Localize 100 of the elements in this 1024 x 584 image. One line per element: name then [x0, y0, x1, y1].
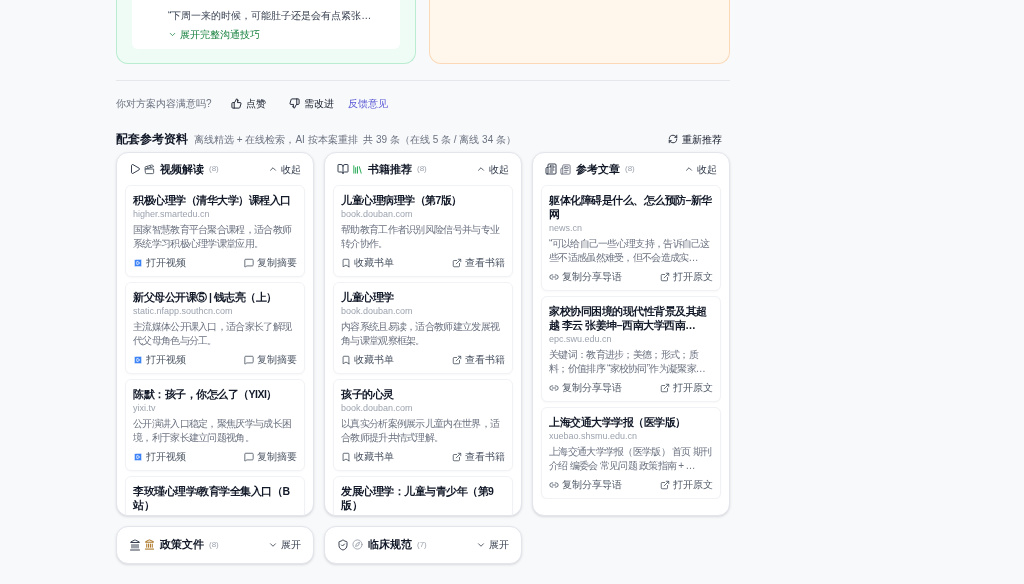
- action-link[interactable]: 收藏书单: [341, 352, 394, 367]
- resource-domain: xuebao.shsmu.edu.cn: [549, 431, 639, 442]
- external-link-icon: [660, 271, 670, 282]
- section-count: (8): [209, 163, 219, 175]
- play-icon: [129, 163, 141, 175]
- section-title: 视频解读: [160, 161, 204, 177]
- action-link[interactable]: 复制摘要: [244, 449, 297, 464]
- comment-icon: [244, 257, 254, 268]
- resource-title[interactable]: 积极心理学（清华大学）课程入口: [133, 193, 297, 207]
- resource-title[interactable]: 儿童心理学: [341, 290, 505, 304]
- toggle-button[interactable]: 收起: [268, 161, 301, 177]
- external-link-icon: [660, 382, 670, 393]
- resource-title[interactable]: 发展心理学：儿童与青少年（第9版）: [341, 484, 505, 512]
- resource-title[interactable]: 家校协同困境的现代性背景及其超越 李云 张姜坤–西南大学西南…: [549, 304, 713, 332]
- caret-icon: [268, 164, 278, 174]
- play-square-icon: [133, 354, 143, 365]
- newspaper-icon: [560, 163, 571, 175]
- comment-icon: [244, 354, 254, 365]
- thumbs-down-icon: [288, 97, 300, 109]
- clapperboard-icon: [144, 163, 155, 175]
- section-subtitle: 离线精选 + 在线检索，AI 按本案重排 共 39 条（在线 5 条 / 离线 34 条）: [194, 132, 516, 147]
- resource-description: 以真实分析案例展示儿童内在世界，适合教师提升共情式理解。: [341, 417, 501, 445]
- landmark-icon: [144, 539, 155, 550]
- section-title: 书籍推荐: [368, 161, 412, 177]
- dislike-button[interactable]: 需改进: [288, 95, 334, 111]
- action-link[interactable]: 查看书籍: [452, 352, 505, 367]
- resource-description: 公开演讲入口稳定，聚焦厌学与成长困境，利于家长建立问题视角。: [133, 417, 293, 445]
- section-count: (7): [417, 538, 427, 551]
- resource-description: 帮助教育工作者识别风险信号并与专业转介协作。: [341, 223, 501, 251]
- action-link[interactable]: 复制分享导语: [549, 269, 622, 284]
- action-link[interactable]: 收藏书单: [341, 255, 394, 270]
- resource-title[interactable]: 新父母公开课⑤ | 钱志亮（上）: [133, 290, 297, 304]
- caret-icon: [476, 164, 486, 174]
- newspaper-icon: [545, 163, 557, 175]
- action-link[interactable]: 打开视频: [133, 352, 186, 367]
- section-count: (8): [417, 163, 427, 175]
- resource-title[interactable]: 儿童心理病理学（第7版）: [341, 193, 505, 207]
- resource-domain: book.douban.com: [341, 306, 414, 317]
- resource-domain: news.cn: [549, 223, 584, 234]
- action-link[interactable]: 打开原文: [660, 269, 713, 284]
- landmark-icon: [129, 538, 141, 551]
- action-link[interactable]: 打开原文: [660, 477, 713, 492]
- resource-description: 关键词：教育进步；美德；形式；质料；价值排序 “家校协同”作为凝聚家…: [549, 348, 707, 376]
- action-link[interactable]: 收藏书单: [341, 449, 394, 464]
- action-link[interactable]: 打开视频: [133, 449, 186, 464]
- refresh-icon: [668, 134, 678, 144]
- resource-title[interactable]: 孩子的心灵: [341, 387, 505, 401]
- action-link[interactable]: 打开原文: [660, 380, 713, 395]
- section-count: (8): [625, 163, 635, 175]
- book-icon: [337, 163, 349, 175]
- compass-icon: [352, 539, 363, 550]
- play-square-icon: [133, 451, 143, 462]
- action-link[interactable]: 查看书籍: [452, 449, 505, 464]
- play-square-icon: [133, 257, 143, 268]
- resource-title[interactable]: 上海交通大学学报（医学版）: [549, 415, 713, 429]
- section-heading: 配套参考资料: [116, 131, 188, 148]
- books-icon: [352, 163, 363, 175]
- toggle-button[interactable]: 展开: [476, 537, 509, 552]
- comment-icon: [244, 451, 254, 462]
- action-link[interactable]: 复制分享导语: [549, 380, 622, 395]
- external-link-icon: [452, 257, 462, 268]
- toggle-button[interactable]: 收起: [684, 161, 717, 177]
- action-link[interactable]: 复制摘要: [244, 352, 297, 367]
- caret-icon: [168, 30, 177, 39]
- resource-title[interactable]: 陈默：孩子，你怎么了（YIXI）: [133, 387, 297, 401]
- expand-link[interactable]: 展开完整沟通技巧: [168, 27, 260, 42]
- resource-title[interactable]: 李玫瑾心理学/教育学全集入口（B站）: [133, 484, 297, 512]
- section-title: 参考文章: [576, 161, 620, 177]
- resource-domain: book.douban.com: [341, 209, 414, 220]
- resource-domain: higher.smartedu.cn: [133, 209, 211, 220]
- external-link-icon: [452, 451, 462, 462]
- quote-text: “下周一来的时候，可能肚子还是会有点紧张…: [168, 9, 373, 23]
- resource-description: 国家智慧教育平台聚合课程，适合教师系统学习积极心理学课堂应用。: [133, 223, 293, 251]
- action-link[interactable]: 复制分享导语: [549, 477, 622, 492]
- action-link[interactable]: 查看书籍: [452, 255, 505, 270]
- external-link-icon: [452, 354, 462, 365]
- section-title: 临床规范: [368, 537, 412, 553]
- section-title: 政策文件: [160, 537, 204, 553]
- action-link[interactable]: 打开视频: [133, 255, 186, 270]
- bookmark-icon: [341, 451, 351, 462]
- resource-description: “可以给自己一些心理支持，告诉自己这些不适感虽然难受，但不会造成实…: [549, 237, 711, 265]
- bookmark-icon: [341, 354, 351, 365]
- refresh-button[interactable]: 重新推荐: [668, 131, 722, 147]
- thumbs-up-icon: [230, 97, 242, 109]
- resource-title[interactable]: 躯体化障碍是什么、怎么预防–新华网: [549, 193, 713, 221]
- resource-description: 主流媒体公开课入口，适合家长了解现代父母角色与分工。: [133, 320, 293, 348]
- external-link-icon: [660, 479, 670, 490]
- feedback-link[interactable]: 反馈意见: [347, 95, 388, 111]
- toggle-button[interactable]: 收起: [476, 161, 509, 177]
- caret-icon: [684, 164, 694, 174]
- bookmark-icon: [341, 257, 351, 268]
- like-button[interactable]: 点赞: [230, 95, 266, 111]
- action-link[interactable]: 复制摘要: [244, 255, 297, 270]
- resource-description: 上海交通大学学报（医学版） 首页 期刊介绍 编委会 常见问题 政策指南 + …: [549, 445, 713, 473]
- toggle-button[interactable]: 展开: [268, 537, 301, 552]
- shield-icon: [337, 538, 349, 551]
- section-count: (8): [209, 538, 219, 551]
- resource-domain: static.nfapp.southcn.com: [133, 306, 234, 317]
- resource-domain: yixi.tv: [133, 403, 157, 414]
- resource-domain: epc.swu.edu.cn: [549, 334, 613, 345]
